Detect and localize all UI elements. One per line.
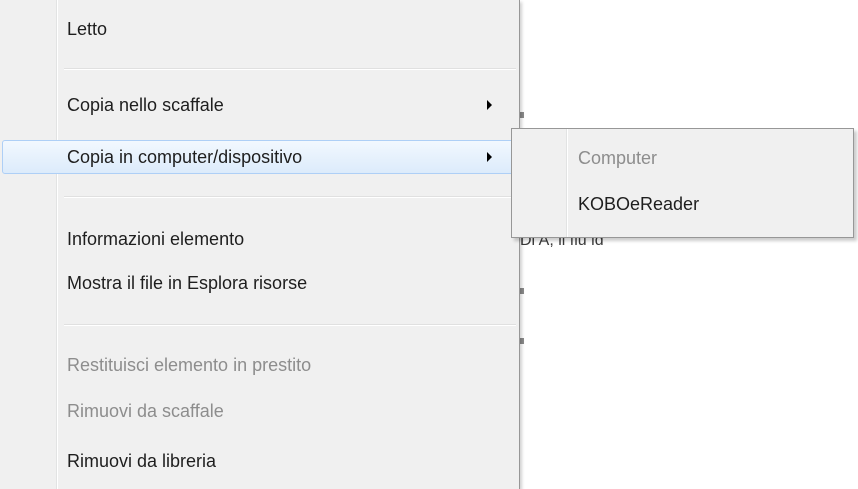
- menu-item-mostra-file-esplora-risorse[interactable]: Mostra il file in Esplora risorse: [2, 266, 516, 300]
- menu-item-copia-in-computer-dispositivo[interactable]: Copia in computer/dispositivo: [2, 140, 516, 174]
- submenu-item-label: Computer: [578, 147, 658, 168]
- menu-item-label: Letto: [67, 18, 108, 39]
- menu-item-label: Rimuovi da libreria: [67, 450, 217, 471]
- menu-item-label: Restituisci elemento in prestito: [67, 354, 312, 375]
- menu-item-label: Copia in computer/dispositivo: [67, 146, 303, 167]
- menu-item-label: Copia nello scaffale: [67, 94, 224, 115]
- menu-item-rimuovi-da-scaffale[interactable]: Rimuovi da scaffale: [2, 394, 516, 428]
- menu-separator: [64, 68, 516, 70]
- menu-item-label: Rimuovi da scaffale: [67, 400, 224, 421]
- background-mark: [520, 112, 524, 118]
- menu-item-informazioni-elemento[interactable]: Informazioni elemento: [2, 222, 516, 256]
- menu-item-restituisci-elemento[interactable]: Restituisci elemento in prestito: [2, 348, 516, 382]
- context-menu: Letto Copia nello scaffale Copia in comp…: [0, 0, 520, 489]
- menu-item-copia-nello-scaffale[interactable]: Copia nello scaffale: [2, 88, 516, 122]
- submenu-item-computer[interactable]: Computer: [514, 141, 851, 175]
- menu-separator: [64, 196, 516, 198]
- submenu-item-label: KOBOeReader: [578, 193, 700, 214]
- menu-item-label: Mostra il file in Esplora risorse: [67, 272, 308, 293]
- submenu-item-koboereader[interactable]: KOBOeReader: [514, 187, 851, 221]
- submenu-arrow-icon: [487, 100, 492, 110]
- background-mark: [520, 338, 524, 344]
- menu-item-label: Informazioni elemento: [67, 228, 245, 249]
- submenu-arrow-icon: [487, 152, 492, 162]
- submenu: Computer KOBOeReader: [511, 128, 854, 238]
- menu-item-letto[interactable]: Letto: [2, 12, 516, 46]
- menu-separator: [64, 324, 516, 326]
- menu-item-rimuovi-da-libreria[interactable]: Rimuovi da libreria: [2, 444, 516, 478]
- background-mark: [520, 288, 524, 294]
